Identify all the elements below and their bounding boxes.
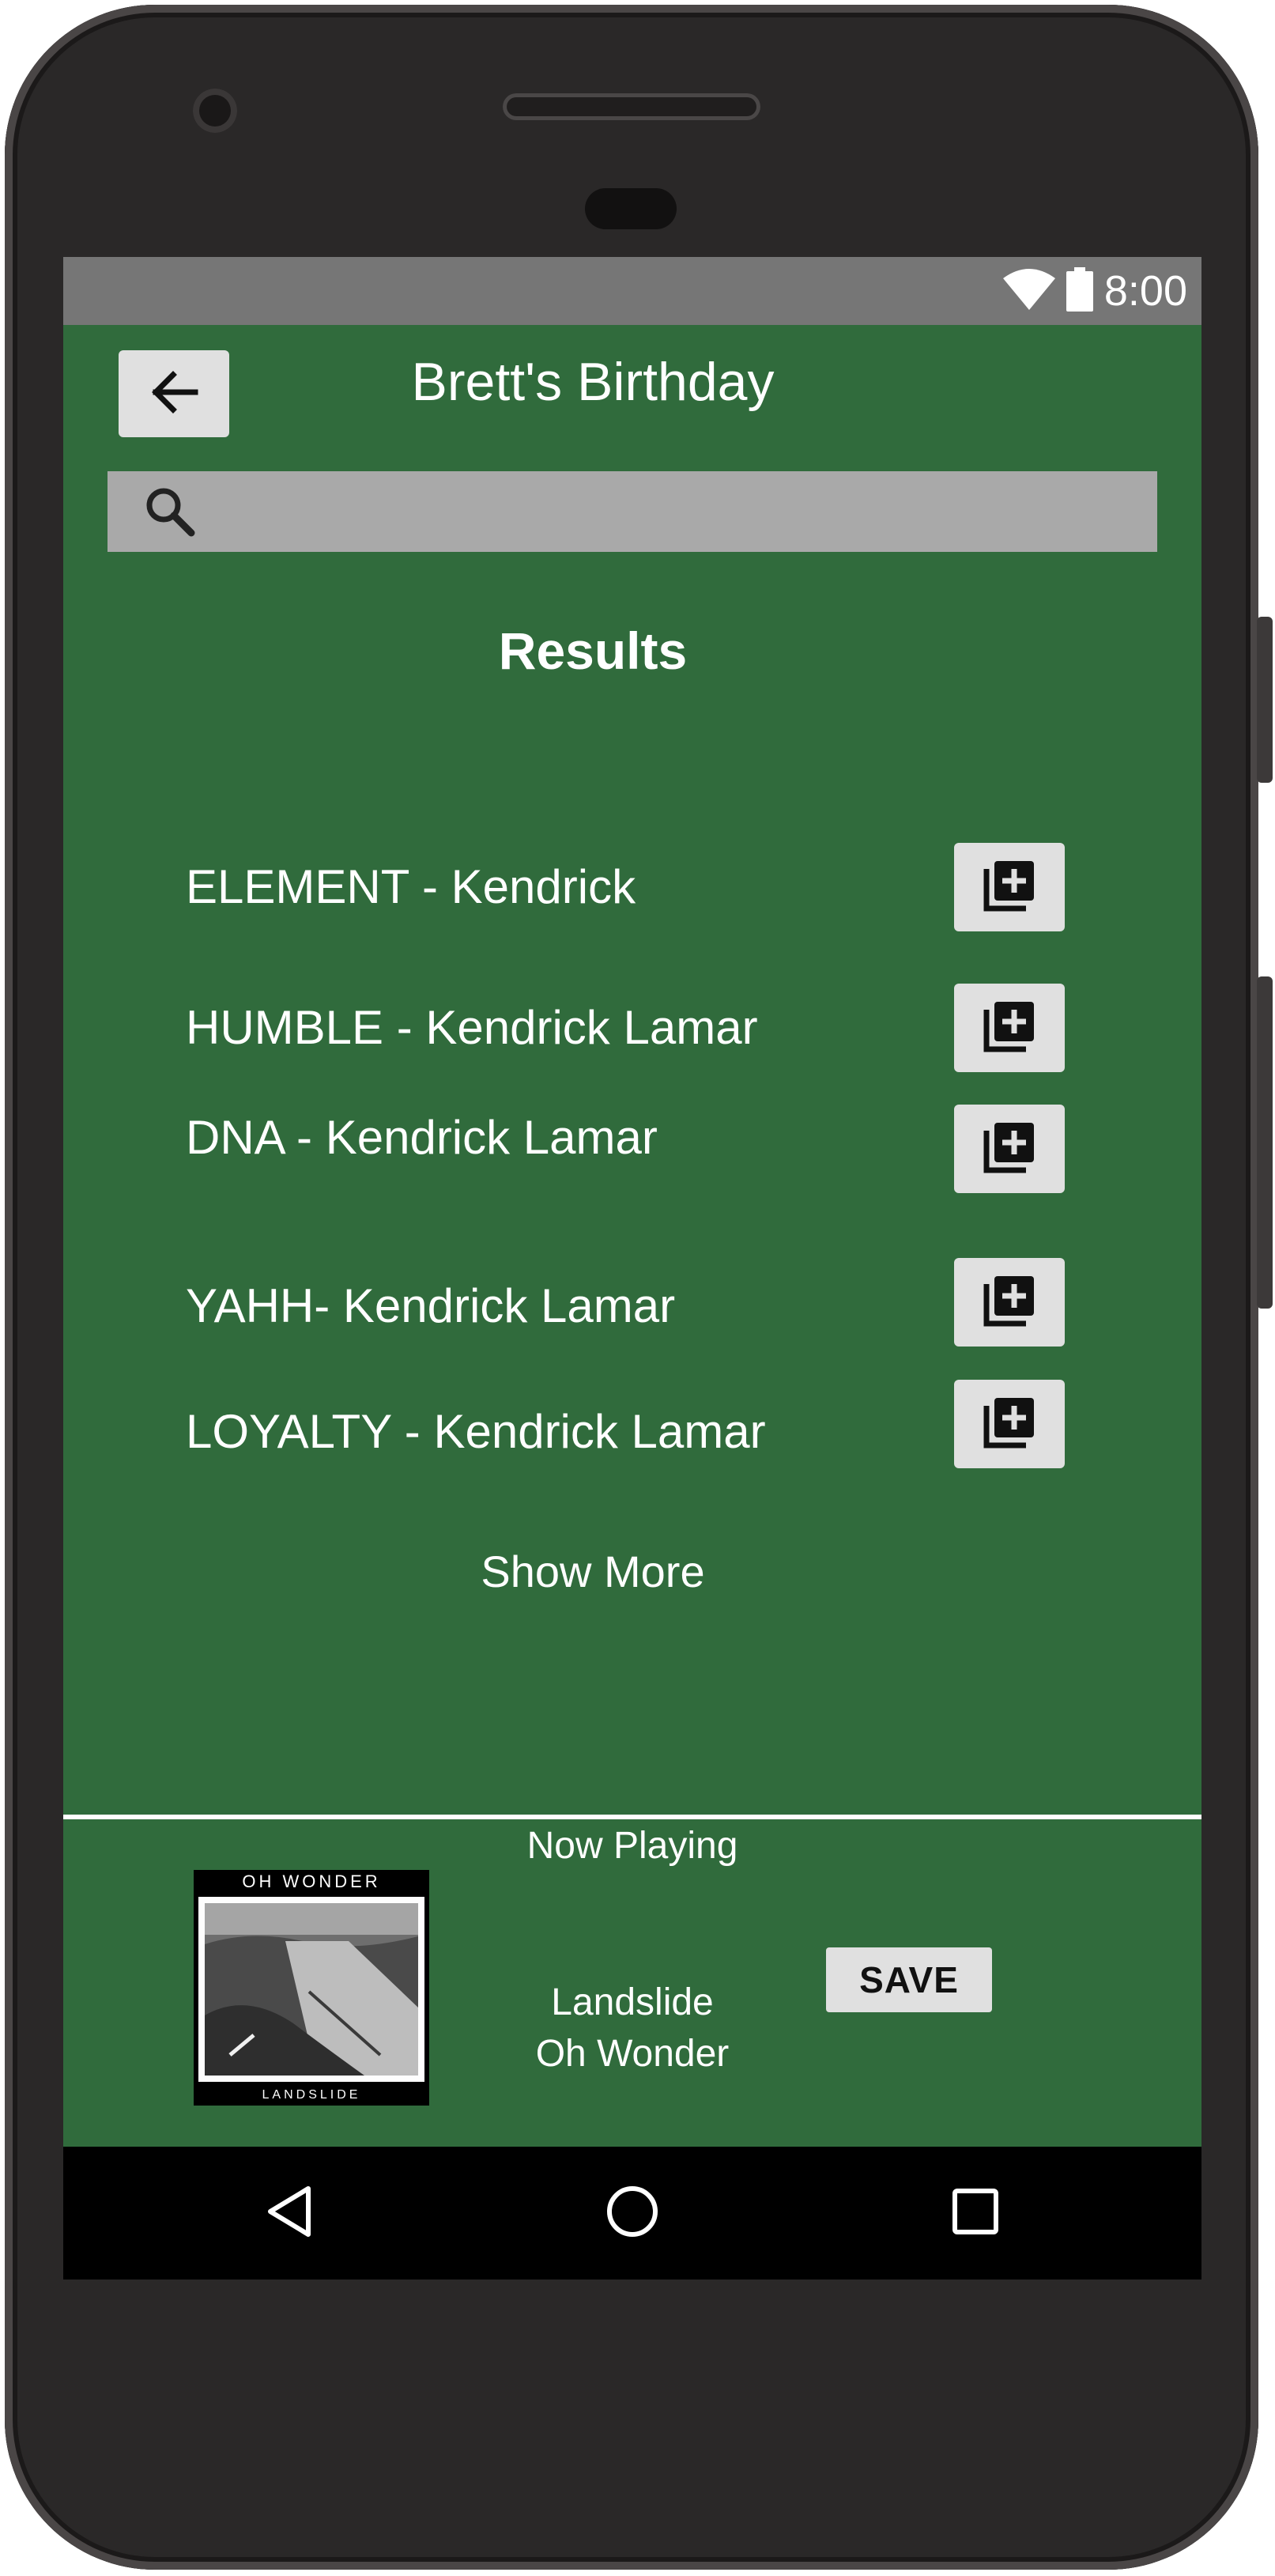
add-song-button[interactable] xyxy=(954,843,1065,931)
nav-recents-button[interactable] xyxy=(944,2181,1007,2245)
earpiece-speaker xyxy=(503,93,760,120)
add-song-button[interactable] xyxy=(954,1105,1065,1193)
volume-button xyxy=(1257,976,1273,1309)
add-to-playlist-icon xyxy=(982,1395,1037,1454)
song-label: ELEMENT - Kendrick xyxy=(186,860,636,913)
wifi-icon xyxy=(1002,268,1055,314)
front-camera xyxy=(193,89,237,133)
battery-icon xyxy=(1066,266,1093,315)
album-art-bottom-text: LANDSLIDE xyxy=(262,2088,361,2102)
status-time: 8:00 xyxy=(1103,267,1187,315)
list-item: HUMBLE - Kendrick Lamar xyxy=(63,984,1201,1072)
album-art-top-text: OH WONDER xyxy=(242,1872,381,1891)
square-recents-icon xyxy=(950,2186,1001,2241)
list-item: YAHH- Kendrick Lamar xyxy=(63,1258,1201,1347)
results-heading: Results xyxy=(498,621,688,680)
add-to-playlist-icon xyxy=(982,858,1037,917)
track-artist: Oh Wonder xyxy=(535,2033,730,2075)
add-to-playlist-icon xyxy=(982,999,1037,1058)
app-screen: 8:00 Brett's Birthday Results ELEMENT - … xyxy=(63,257,1201,2279)
list-item: DNA - Kendrick Lamar xyxy=(63,1105,1201,1193)
add-to-playlist-icon xyxy=(982,1273,1037,1332)
song-label: YAHH- Kendrick Lamar xyxy=(186,1279,676,1332)
add-to-playlist-icon xyxy=(982,1120,1037,1179)
page-title: Brett's Birthday xyxy=(411,352,775,412)
track-title: Landslide xyxy=(551,1981,714,2023)
list-item: ELEMENT - Kendrick xyxy=(63,843,1201,931)
triangle-back-icon xyxy=(264,2184,315,2243)
song-label: HUMBLE - Kendrick Lamar xyxy=(186,1001,758,1054)
search-icon xyxy=(142,484,198,543)
save-button[interactable]: SAVE xyxy=(826,1947,992,2012)
show-more-link[interactable]: Show More xyxy=(63,1546,1162,1597)
song-label: DNA - Kendrick Lamar xyxy=(186,1111,658,1164)
add-song-button[interactable] xyxy=(954,1258,1065,1347)
nav-home-button[interactable] xyxy=(601,2181,664,2245)
now-playing-divider xyxy=(63,1815,1201,1819)
power-button xyxy=(1257,617,1273,783)
status-bar: 8:00 xyxy=(63,257,1201,325)
proximity-sensor xyxy=(585,188,677,229)
song-label: LOYALTY - Kendrick Lamar xyxy=(186,1405,766,1458)
search-input[interactable] xyxy=(108,471,1157,552)
list-item: LOYALTY - Kendrick Lamar xyxy=(63,1380,1201,1468)
nav-back-button[interactable] xyxy=(258,2181,321,2245)
circle-home-icon xyxy=(605,2184,660,2243)
now-playing-heading: Now Playing xyxy=(526,1825,738,1867)
add-song-button[interactable] xyxy=(954,984,1065,1072)
system-nav-bar xyxy=(63,2147,1201,2279)
add-song-button[interactable] xyxy=(954,1380,1065,1468)
